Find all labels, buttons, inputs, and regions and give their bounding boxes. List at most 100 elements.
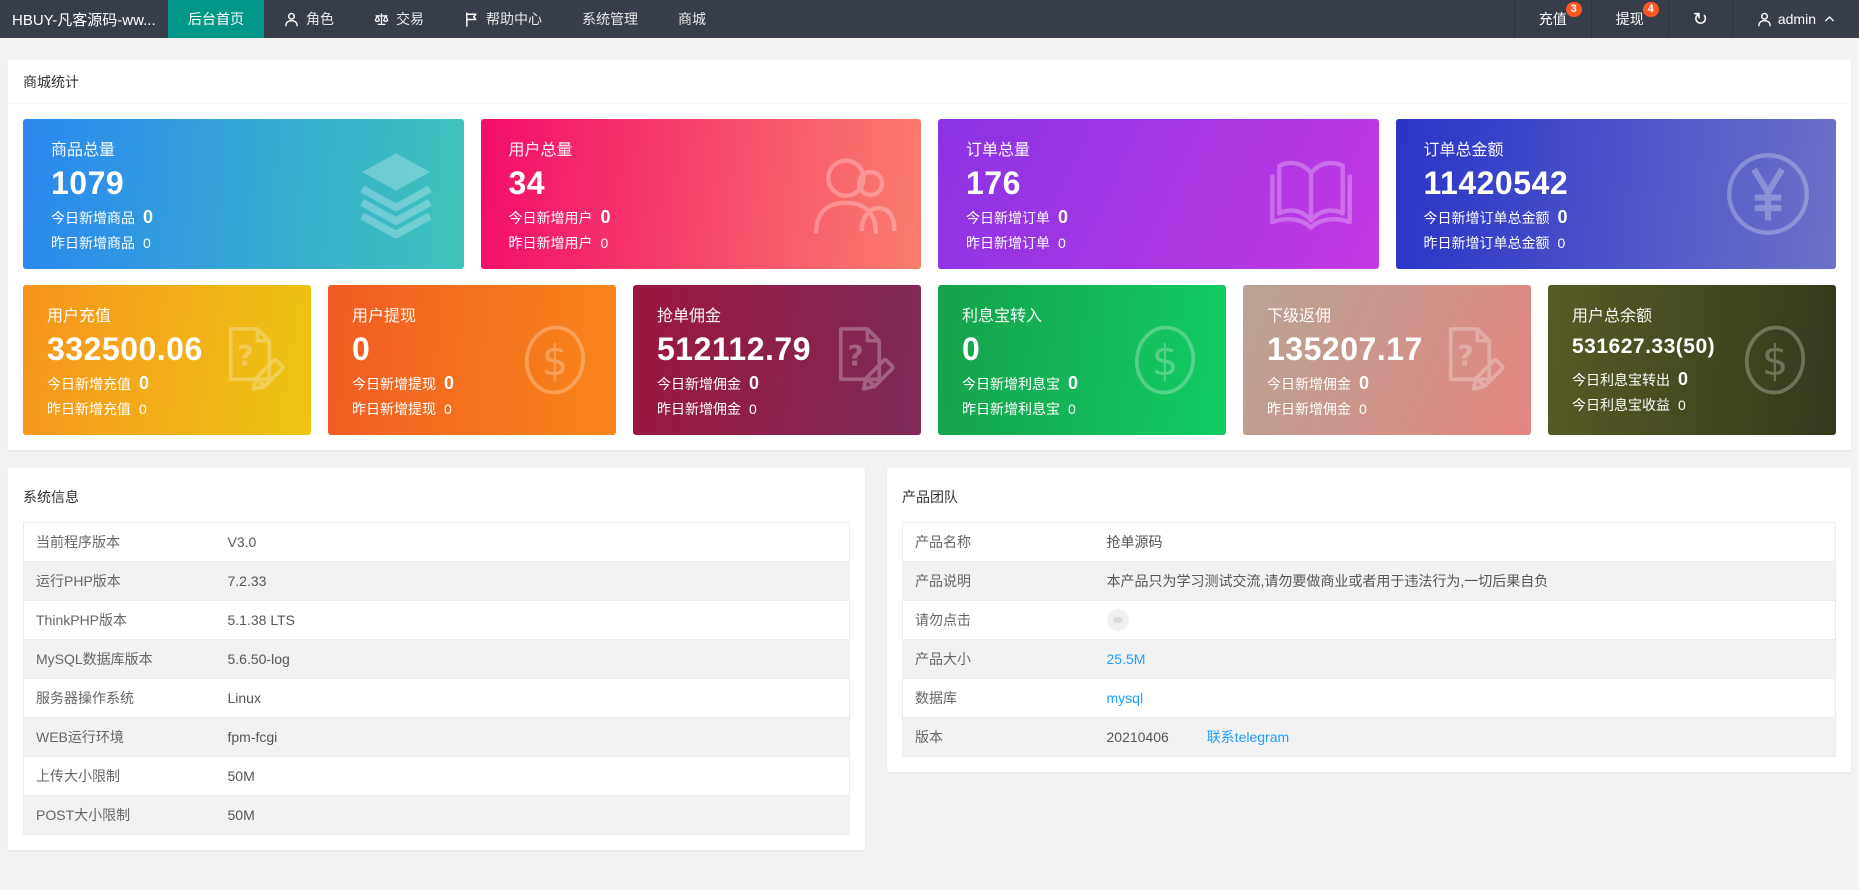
- row-value: Linux: [215, 678, 850, 718]
- card-yesterday-line: 昨日新增佣金 0: [657, 396, 921, 421]
- today-value: 0: [143, 207, 154, 227]
- nav-item-help-center[interactable]: 帮助中心: [444, 0, 562, 38]
- row-label: 上传大小限制: [23, 756, 216, 796]
- version-value: 20210406: [1106, 729, 1169, 745]
- row-label: 当前程序版本: [23, 522, 216, 562]
- nav-item-mall[interactable]: 商城: [658, 0, 726, 38]
- table-row: ThinkPHP版本 5.1.38 LTS: [23, 600, 850, 640]
- yesterday-label: 昨日新增订单: [966, 234, 1050, 251]
- product-team-panel: 产品团队 产品名称 抢单源码 产品说明 本产品只为学习测试交流,请勿要做商业或者…: [887, 468, 1851, 772]
- doc-question-icon: [1433, 323, 1507, 397]
- row-label: ThinkPHP版本: [23, 600, 216, 640]
- today-value: 0: [1678, 369, 1689, 389]
- yesterday-label: 昨日新增佣金: [1267, 400, 1351, 417]
- row-label: WEB运行环境: [23, 717, 216, 757]
- row-label: 产品说明: [902, 561, 1095, 601]
- today-label: 今日新增利息宝: [962, 375, 1060, 392]
- card-yesterday-line: 昨日新增提现 0: [352, 396, 616, 421]
- panel-title-system-info: 系统信息: [23, 489, 79, 505]
- nav-item-label: 角色: [306, 11, 334, 27]
- contact-telegram-link[interactable]: 联系telegram: [1207, 729, 1289, 745]
- card-yesterday-line: 昨日新增充值 0: [47, 396, 311, 421]
- yesterday-value: 0: [600, 234, 609, 251]
- yesterday-value: 0: [749, 400, 757, 417]
- stat-card-order-amount-total: 订单总金额 11420542 今日新增订单总金额 0 昨日新增订单总金额 0: [1395, 119, 1836, 269]
- table-row: 上传大小限制 50M: [23, 756, 850, 796]
- panel-title-product-team: 产品团队: [902, 489, 958, 505]
- username: admin: [1777, 11, 1816, 27]
- nav-item-label: 交易: [396, 11, 424, 27]
- today-label: 今日新增订单总金额: [1423, 209, 1550, 226]
- table-row: 产品大小 25.5M: [902, 639, 1836, 679]
- do-not-click-icon[interactable]: [1106, 609, 1129, 631]
- stat-card-interest-in: 利息宝转入 0 今日新增利息宝 0 昨日新增利息宝 0: [938, 285, 1226, 435]
- table-row: POST大小限制 50M: [23, 795, 850, 835]
- table-row: 服务器操作系统 Linux: [23, 678, 850, 718]
- refresh-icon: ↻: [1692, 9, 1708, 29]
- withdraw-badge: 4: [1642, 2, 1659, 17]
- stats-body: 商品总量 1079 今日新增商品 0 昨日新增商品 0 用户总量 34 今日新增…: [8, 104, 1851, 450]
- table-row: WEB运行环境 fpm-fcgi: [23, 717, 850, 757]
- nav-item-label: 后台首页: [188, 11, 244, 27]
- row-value: 50M: [215, 795, 850, 835]
- main-menu: 后台首页 角色 交易 帮助中心 系统管理 商城: [168, 0, 726, 38]
- yesterday-value: 0: [1557, 234, 1566, 251]
- nav-item-home[interactable]: 后台首页: [168, 0, 264, 38]
- product-size-link[interactable]: 25.5M: [1107, 651, 1146, 667]
- recharge-badge: 3: [1565, 2, 1582, 17]
- row-value: 50M: [215, 756, 850, 796]
- stat-card-user-withdraw: 用户提现 0 今日新增提现 0 昨日新增提现 0: [328, 285, 616, 435]
- dollar-circle-icon: [518, 323, 592, 397]
- yesterday-value: 0: [1678, 396, 1686, 413]
- row-label: 服务器操作系统: [23, 678, 216, 718]
- card-yesterday-line: 昨日新增佣金 0: [1267, 396, 1531, 421]
- person-icon: [284, 12, 299, 27]
- recharge-button[interactable]: 充值 3: [1513, 0, 1591, 38]
- today-label: 今日新增佣金: [1267, 375, 1351, 392]
- table-row: 产品说明 本产品只为学习测试交流,请勿要做商业或者用于违法行为,一切后果自负: [902, 561, 1836, 601]
- nav-item-label: 帮助中心: [486, 11, 542, 27]
- today-value: 0: [749, 373, 760, 393]
- row-label: 产品名称: [902, 522, 1095, 562]
- nav-item-system-admin[interactable]: 系统管理: [562, 0, 658, 38]
- user-menu[interactable]: admin: [1731, 0, 1859, 38]
- yesterday-value: 0: [139, 400, 147, 417]
- today-value: 0: [1058, 207, 1069, 227]
- yesterday-value: 0: [143, 234, 151, 251]
- today-label: 今日新增充值: [47, 375, 131, 392]
- row-label: 运行PHP版本: [23, 561, 216, 601]
- yesterday-value: 0: [1359, 400, 1367, 417]
- refresh-button[interactable]: ↻: [1667, 0, 1732, 38]
- person-icon: [1757, 12, 1772, 27]
- yesterday-value: 0: [444, 400, 452, 417]
- yesterday-label: 昨日新增利息宝: [962, 400, 1060, 417]
- row-value: 5.6.50-log: [215, 639, 850, 679]
- book-icon: [1267, 150, 1355, 238]
- app-brand: HBUY-凡客源码-ww...: [12, 11, 156, 29]
- today-label: 今日新增商品: [51, 209, 135, 226]
- row-label: 数据库: [902, 678, 1095, 718]
- nav-item-roles[interactable]: 角色: [264, 0, 354, 38]
- today-label: 今日新增用户: [508, 209, 593, 226]
- today-label: 今日新增订单: [966, 209, 1050, 226]
- row-value: 本产品只为学习测试交流,请勿要做商业或者用于违法行为,一切后果自负: [1094, 561, 1836, 601]
- table-row: 请勿点击: [902, 600, 1836, 640]
- top-navbar: HBUY-凡客源码-ww... 后台首页 角色 交易 帮助中心 系统管理 商城 …: [0, 0, 1859, 38]
- database-link[interactable]: mysql: [1107, 690, 1144, 706]
- yesterday-label: 昨日新增商品: [51, 234, 135, 251]
- navbar-actions: 充值 3 提现 4 ↻ admin: [1513, 0, 1859, 38]
- nav-item-trade[interactable]: 交易: [354, 0, 444, 38]
- row-value: 抢单源码: [1094, 522, 1836, 562]
- yesterday-label: 今日利息宝收益: [1572, 396, 1670, 413]
- nav-item-label: 系统管理: [582, 11, 638, 27]
- table-row: MySQL数据库版本 5.6.50-log: [23, 639, 850, 679]
- yesterday-label: 昨日新增用户: [508, 234, 593, 251]
- flag-icon: [464, 11, 479, 27]
- nav-item-label: 商城: [678, 11, 706, 27]
- today-value: 0: [600, 207, 611, 227]
- chevron-up-icon: [1824, 15, 1835, 23]
- stat-card-user-recharge: 用户充值 332500.06 今日新增充值 0 昨日新增充值 0: [23, 285, 311, 435]
- doc-question-icon: [823, 323, 897, 397]
- dollar-circle-icon: [1128, 323, 1202, 397]
- withdraw-button[interactable]: 提现 4: [1590, 0, 1668, 38]
